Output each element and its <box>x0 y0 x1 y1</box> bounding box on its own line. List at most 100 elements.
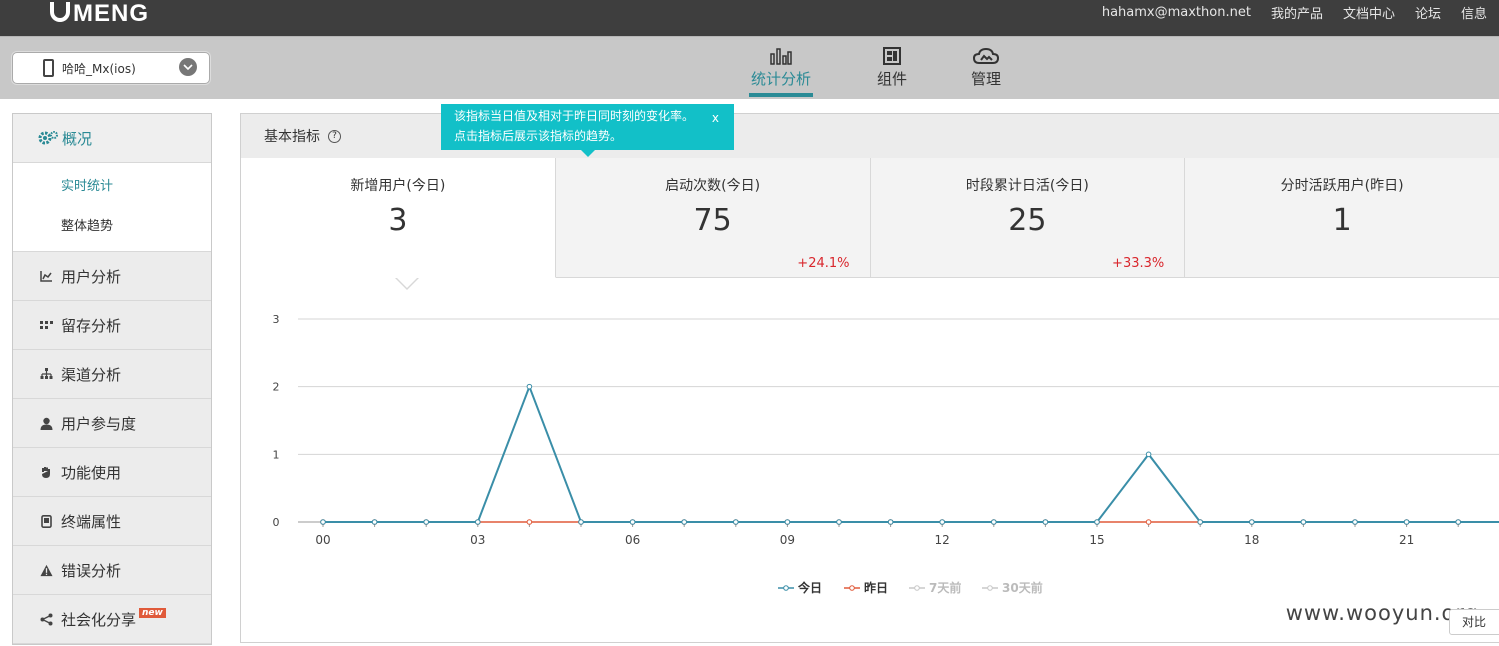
hand-icon <box>40 466 53 479</box>
compare-button[interactable]: 对比 <box>1449 609 1499 635</box>
docs-link[interactable]: 文档中心 <box>1343 3 1395 22</box>
legend-label: 30天前 <box>1002 580 1043 595</box>
data-point <box>1197 519 1204 525</box>
grid-icon <box>40 319 53 332</box>
phone-icon <box>43 59 54 77</box>
tooltip-arrow <box>581 150 595 157</box>
data-point <box>578 519 584 525</box>
data-point <box>1145 451 1152 458</box>
warning-icon <box>40 564 53 577</box>
sidebar-subitem-trend[interactable]: 整体趋势 <box>13 207 211 247</box>
sidebar-header-label: 概况 <box>62 129 93 148</box>
y-tick-label: 2 <box>273 381 280 394</box>
top-bar: MENG hahamx@maxthon.net 我的产品 文档中心 论坛 信息 <box>0 0 1499 36</box>
data-point <box>681 519 688 525</box>
panel-header: 基本指标 ? <box>241 114 1499 159</box>
metric-card-hourly-active[interactable]: 分时活跃用户(昨日) 1 <box>1185 158 1499 278</box>
app-selector-value: 哈哈_Mx(ios) <box>62 61 136 76</box>
data-point <box>1094 519 1100 525</box>
line-chart-icon <box>40 270 53 283</box>
my-products-link[interactable]: 我的产品 <box>1271 3 1323 22</box>
sidebar-item-label: 社会化分享 <box>61 610 137 629</box>
metric-value: 75 <box>693 203 732 238</box>
x-tick-label: 12 <box>935 533 950 547</box>
user-account-link[interactable]: hahamx@maxthon.net <box>1102 5 1251 20</box>
gear-icon <box>37 130 59 146</box>
logo-text: MENG <box>73 0 149 27</box>
sidebar-item-device[interactable]: 终端属性 <box>13 497 211 546</box>
share-icon <box>40 613 53 626</box>
x-tick-label: 18 <box>1244 533 1259 547</box>
metric-title: 时段累计日活(今日) <box>965 178 1089 194</box>
sidebar-item-social-share[interactable]: 社会化分享 new <box>13 595 211 644</box>
panel-title: 基本指标 <box>264 129 320 145</box>
cloud-manage-icon <box>969 45 1003 65</box>
sitemap-icon <box>40 368 53 381</box>
x-tick-label: 00 <box>315 533 330 547</box>
data-point <box>1249 519 1255 525</box>
data-point <box>836 519 842 525</box>
sidebar-item-label: 留存分析 <box>61 316 122 335</box>
metric-title: 启动次数(今日) <box>665 178 761 194</box>
forum-link[interactable]: 论坛 <box>1415 3 1441 22</box>
data-point <box>371 519 378 525</box>
tooltip-line-1: 该指标当日值及相对于昨日同时刻的变化率。 <box>454 109 695 123</box>
data-point <box>1455 519 1461 525</box>
data-point <box>526 383 533 390</box>
tab-stats-analysis[interactable]: 统计分析 <box>749 45 813 97</box>
y-tick-label: 1 <box>273 448 280 461</box>
sidebar: 概况 实时统计 整体趋势 用户分析 留存分析 渠道分析 用户参与度 功能使用 终… <box>12 113 212 645</box>
tab-components-label: 组件 <box>876 70 907 88</box>
app-selector[interactable]: 哈哈_Mx(ios) <box>12 52 210 84</box>
tablet-icon <box>40 514 53 528</box>
metric-card-new-users[interactable]: 新增用户(今日) 3 <box>241 158 556 290</box>
legend-label: 昨日 <box>864 580 888 595</box>
sidebar-item-label: 错误分析 <box>61 561 122 580</box>
sub-nav-bar: 哈哈_Mx(ios) 统计分析 组件 管理 <box>0 36 1499 99</box>
sidebar-subitems: 实时统计 整体趋势 <box>13 163 211 252</box>
tab-manage[interactable]: 管理 <box>969 45 1003 89</box>
legend-swatch-marker <box>987 585 993 591</box>
basic-metrics-panel: 基本指标 ? 新增用户(今日) 3 启动次数(今日) 75 +24.1% 时段累… <box>240 113 1499 643</box>
y-tick-label: 3 <box>273 313 280 326</box>
sidebar-item-feature-usage[interactable]: 功能使用 <box>13 448 211 497</box>
sidebar-header-overview[interactable]: 概况 <box>13 114 211 163</box>
data-point <box>1352 519 1358 525</box>
active-card-pointer <box>396 277 418 288</box>
help-question-icon[interactable]: ? <box>328 129 341 143</box>
tooltip-close-button[interactable]: x <box>712 108 719 128</box>
sidebar-item-label: 用户分析 <box>61 267 122 286</box>
sidebar-item-engagement[interactable]: 用户参与度 <box>13 399 211 448</box>
data-point <box>423 519 429 525</box>
metric-value: 1 <box>1332 203 1352 238</box>
sidebar-item-label: 功能使用 <box>61 463 122 482</box>
sidebar-item-errors[interactable]: 错误分析 <box>13 546 211 595</box>
sidebar-item-channel[interactable]: 渠道分析 <box>13 350 211 399</box>
tab-manage-label: 管理 <box>970 70 1001 88</box>
x-tick-label: 06 <box>625 533 640 547</box>
sidebar-item-label: 渠道分析 <box>61 365 122 384</box>
active-tab-underline <box>749 93 813 97</box>
tooltip-line-2: 点击指标后展示该指标的趋势。 <box>454 129 623 143</box>
metric-value: 3 <box>388 203 408 238</box>
x-tick-label: 15 <box>1089 533 1104 547</box>
data-point <box>784 519 791 525</box>
tab-components[interactable]: 组件 <box>875 45 909 89</box>
help-tooltip: 该指标当日值及相对于昨日同时刻的变化率。 点击指标后展示该指标的趋势。 x <box>441 104 734 157</box>
umeng-logo[interactable]: MENG <box>50 0 149 28</box>
data-point <box>526 519 533 525</box>
logo-u-mark <box>50 2 70 22</box>
data-point <box>733 519 739 525</box>
metric-card-daily-active[interactable]: 时段累计日活(今日) 25 +33.3% <box>870 158 1186 278</box>
sidebar-subitem-realtime[interactable]: 实时统计 <box>13 167 211 207</box>
sidebar-item-retention[interactable]: 留存分析 <box>13 301 211 350</box>
sidebar-item-label: 终端属性 <box>61 512 122 531</box>
metric-card-launches[interactable]: 启动次数(今日) 75 +24.1% <box>555 158 871 278</box>
legend-swatch-marker <box>783 585 789 591</box>
data-point <box>1145 519 1152 525</box>
messages-link[interactable]: 信息 <box>1461 3 1487 22</box>
top-links: hahamx@maxthon.net 我的产品 文档中心 论坛 信息 <box>1102 0 1487 24</box>
sidebar-item-user-analysis[interactable]: 用户分析 <box>13 252 211 301</box>
chevron-down-icon[interactable] <box>179 58 197 76</box>
metric-value: 25 <box>1008 203 1047 238</box>
